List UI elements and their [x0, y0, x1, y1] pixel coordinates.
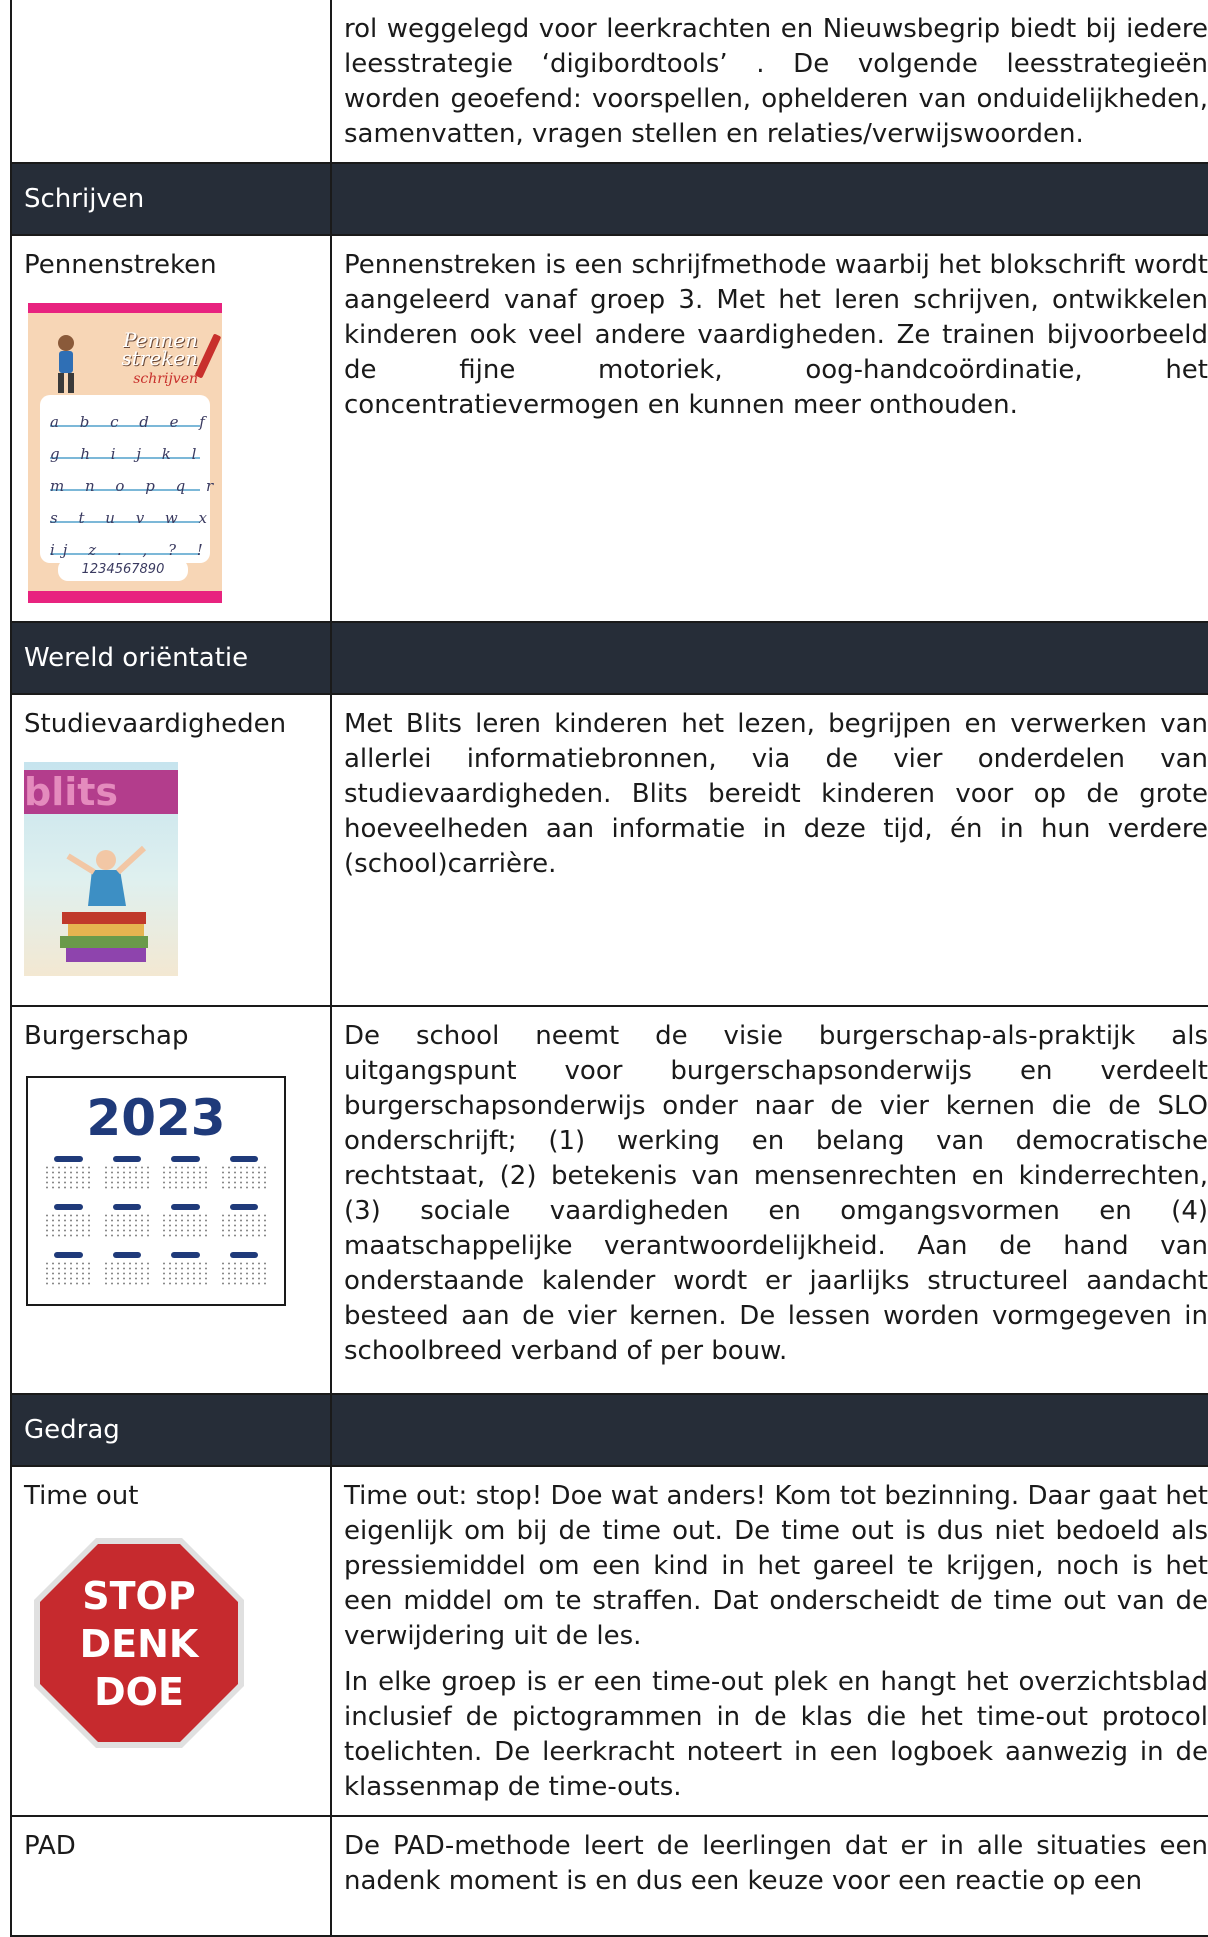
methods-table: rol weggelegd voor leerkrachten en Nieuw… — [10, 0, 1208, 1937]
pencil-icon — [194, 333, 222, 379]
calendar-months-grid — [44, 1156, 268, 1288]
stop-sign-image: STOP DENK DOE — [30, 1534, 248, 1752]
time-out-label-cell: Time out STOP DENK DOE — [10, 1465, 332, 1817]
table-row-pad: PAD De PAD-methode leert de leerlingen d… — [10, 1815, 1208, 1937]
section-row-schrijven: Schrijven — [10, 162, 1208, 236]
cover-numbers: 1234567890 — [58, 559, 188, 581]
intro-text: rol weggelegd voor leerkrachten en Nieuw… — [330, 0, 1208, 164]
calendar-month — [219, 1156, 268, 1192]
pad-text: De PAD-methode leert de leerlingen dat e… — [330, 1815, 1208, 1937]
calendar-month — [44, 1156, 93, 1192]
pennenstreken-cover-image: Pennen streken schrijven a b c d e f g h… — [28, 303, 222, 603]
section-empty-cell — [330, 621, 1208, 695]
calendar-month — [161, 1252, 210, 1288]
blits-cover-image: blits — [24, 762, 178, 976]
section-row-wereld-orientatie: Wereld oriëntatie — [10, 621, 1208, 695]
section-row-gedrag: Gedrag — [10, 1393, 1208, 1467]
table-row-pennenstreken: Pennenstreken Pennen streken schrijven a… — [10, 234, 1208, 623]
calendar-month — [219, 1204, 268, 1240]
time-out-label: Time out — [24, 1481, 139, 1511]
time-out-text-2: In elke groep is er een time-out plek en… — [344, 1667, 1208, 1802]
stop-sign-text: STOP DENK DOE — [79, 1574, 199, 1714]
pad-label-cell: PAD — [10, 1815, 332, 1937]
cover-title-word: blits — [24, 770, 119, 814]
pennenstreken-label-cell: Pennenstreken Pennen streken schrijven a… — [10, 234, 332, 623]
burgerschap-text: De school neemt de visie burgerschap-als… — [330, 1005, 1208, 1395]
calendar-month — [44, 1204, 93, 1240]
table-row-intro: rol weggelegd voor leerkrachten en Nieuw… — [10, 0, 1208, 164]
burgerschap-label-cell: Burgerschap 2023 — [10, 1005, 332, 1395]
calendar-year: 2023 — [86, 1089, 226, 1147]
section-title-gedrag: Gedrag — [10, 1393, 332, 1467]
calendar-month — [102, 1252, 151, 1288]
studievaardigheden-label-cell: Studievaardigheden blits — [10, 693, 332, 1007]
studievaardigheden-text: Met Blits leren kinderen het lezen, begr… — [330, 693, 1208, 1007]
section-title-schrijven: Schrijven — [10, 162, 332, 236]
cover-line: a b c d e f — [50, 395, 205, 431]
pennenstreken-text: Pennenstreken is een schrijfmethode waar… — [330, 234, 1208, 623]
table-row-studievaardigheden: Studievaardigheden blits Met Blits leren… — [10, 693, 1208, 1007]
calendar-month — [44, 1252, 93, 1288]
calendar-image: 2023 — [26, 1076, 286, 1306]
pad-label: PAD — [24, 1831, 76, 1861]
burgerschap-label: Burgerschap — [24, 1021, 189, 1051]
section-empty-cell — [330, 1393, 1208, 1467]
table-row-burgerschap: Burgerschap 2023 De school neemt de visi… — [10, 1005, 1208, 1395]
calendar-month — [102, 1204, 151, 1240]
calendar-month — [161, 1156, 210, 1192]
time-out-text-1: Time out: stop! Doe wat anders! Kom tot … — [344, 1481, 1208, 1651]
section-empty-cell — [330, 162, 1208, 236]
child-illustration — [58, 335, 74, 393]
book-stack-illustration — [60, 845, 148, 962]
table-row-time-out: Time out STOP DENK DOE Time out: stop! D… — [10, 1465, 1208, 1817]
empty-label-cell — [10, 0, 332, 164]
studievaardigheden-label: Studievaardigheden — [24, 709, 287, 739]
section-title-wereld-orientatie: Wereld oriëntatie — [10, 621, 332, 695]
cover-writing-lines: a b c d e f g h i j k l m n o p q r s t … — [40, 395, 213, 563]
calendar-month — [219, 1252, 268, 1288]
pennenstreken-label: Pennenstreken — [24, 250, 217, 280]
calendar-month — [161, 1204, 210, 1240]
time-out-text-cell: Time out: stop! Doe wat anders! Kom tot … — [330, 1465, 1208, 1817]
cover-title: Pennen streken schrijven — [121, 328, 198, 387]
calendar-month — [102, 1156, 151, 1192]
